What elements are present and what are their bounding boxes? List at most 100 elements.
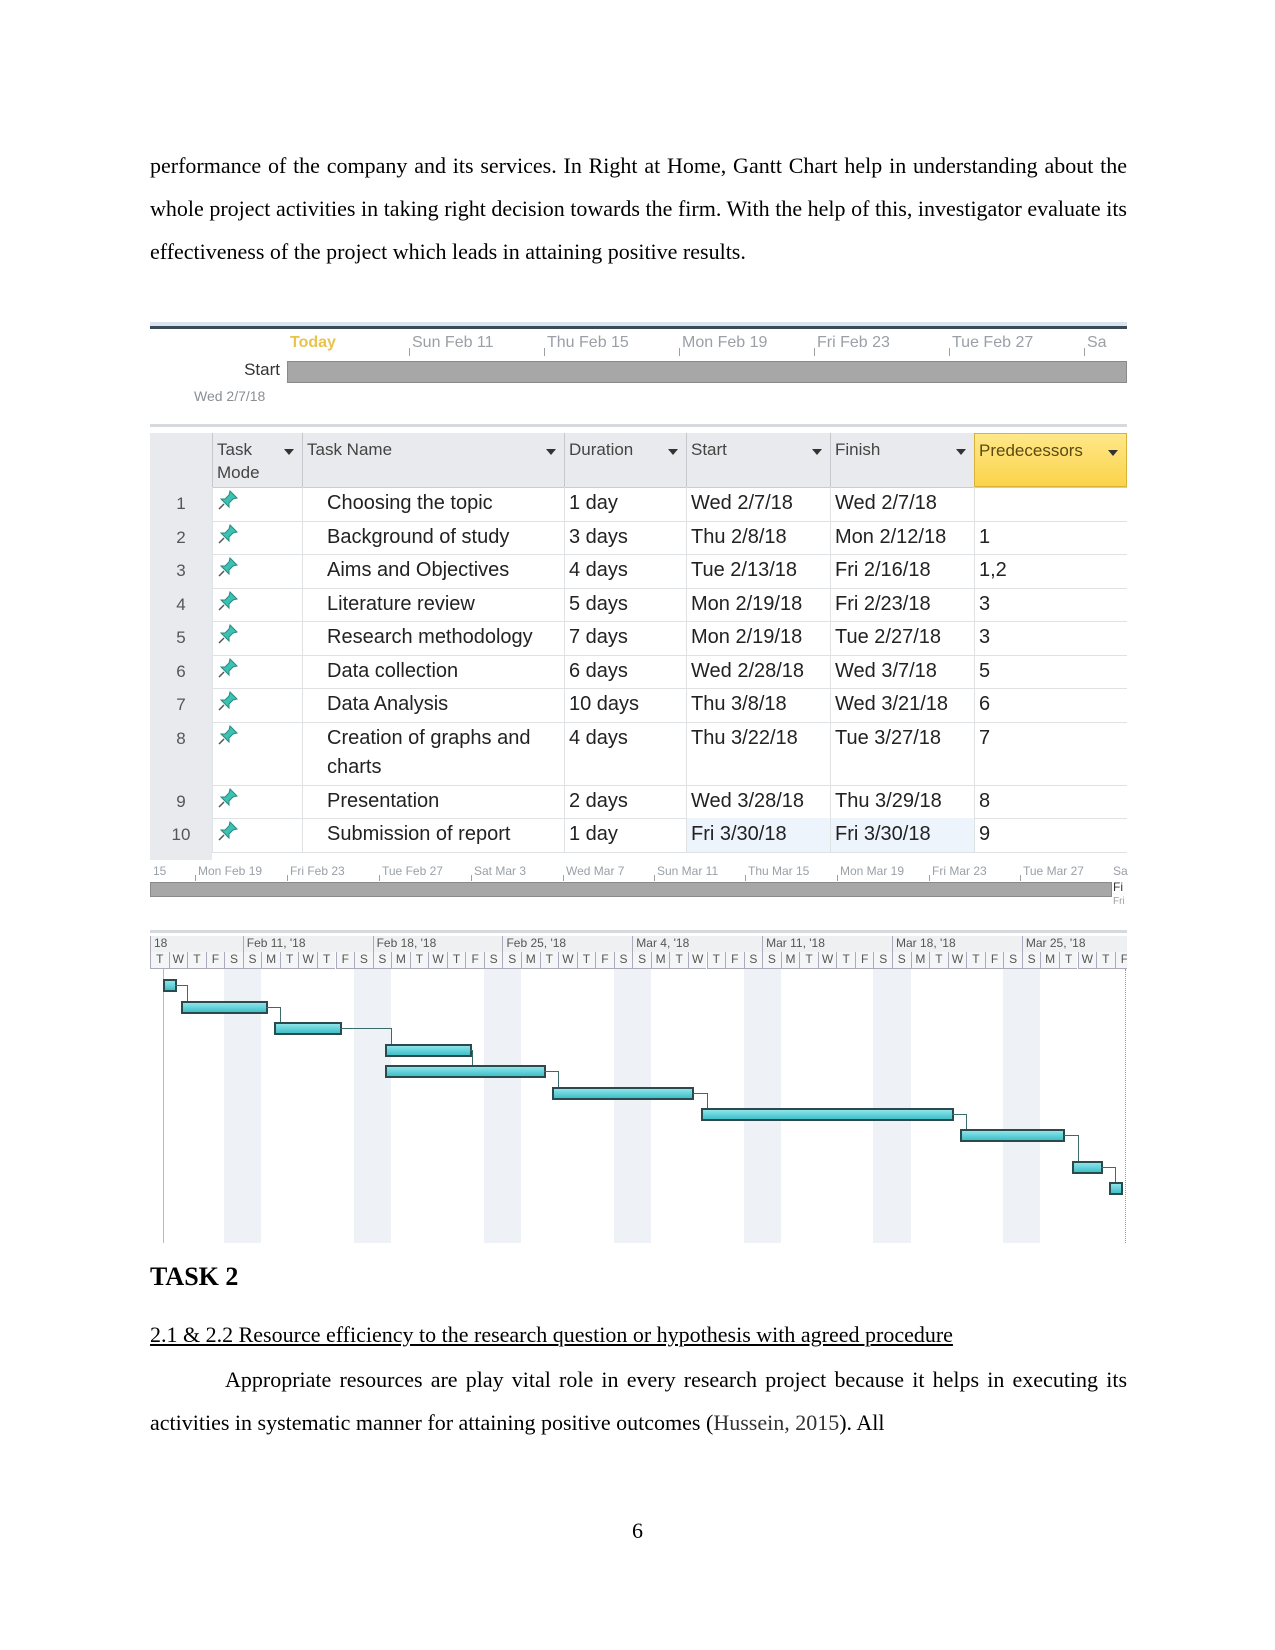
timeline-date-label: Sa bbox=[1113, 864, 1128, 878]
finish-cell[interactable]: Fri 2/16/18 bbox=[830, 554, 974, 588]
table-row[interactable]: 7 Data Analysis 10 days Thu 3/8/18 Wed 3/21/… bbox=[150, 688, 1127, 723]
table-row[interactable]: 1 Choosing the topic 1 day Wed 2/7/18 Wed 2/… bbox=[150, 487, 1127, 522]
table-row[interactable]: 2 Background of study 3 days Thu 2/8/18 Mon … bbox=[150, 520, 1127, 555]
weekend-shade bbox=[743, 969, 781, 1243]
task-name-cell[interactable]: Literature review bbox=[302, 587, 564, 621]
gantt-bar-task-7[interactable] bbox=[700, 1108, 955, 1121]
table-row[interactable]: 6 Data collection 6 days Wed 2/28/18 Wed 3/7… bbox=[150, 654, 1127, 689]
gantt-bar-task-2[interactable] bbox=[181, 1001, 268, 1014]
finish-cell[interactable]: Mon 2/12/18 bbox=[830, 520, 974, 554]
table-row[interactable]: 3 Aims and Objectives 4 days Tue 2/13/18 Fri… bbox=[150, 554, 1127, 589]
finish-cell[interactable]: Wed 2/7/18 bbox=[830, 487, 974, 521]
start-cell[interactable]: Mon 2/19/18 bbox=[686, 587, 830, 621]
task-name-cell[interactable]: Aims and Objectives bbox=[302, 554, 564, 588]
start-cell[interactable]: Tue 2/13/18 bbox=[686, 554, 830, 588]
gantt-day-label: S bbox=[743, 952, 763, 969]
table-row[interactable]: 8 Creation of graphs and charts 4 days Thu … bbox=[150, 721, 1127, 786]
predecessors-cell[interactable]: 3 bbox=[974, 621, 1127, 655]
duration-cell[interactable]: 10 days bbox=[564, 688, 686, 722]
start-cell[interactable]: Mon 2/19/18 bbox=[686, 621, 830, 655]
gantt-bar-task-5[interactable] bbox=[385, 1065, 547, 1078]
timeline-tick bbox=[544, 348, 545, 356]
gantt-bar-task-9[interactable] bbox=[1071, 1161, 1103, 1174]
dropdown-arrow-icon[interactable] bbox=[812, 449, 822, 455]
dropdown-arrow-icon[interactable] bbox=[284, 449, 294, 455]
finish-cell[interactable]: Wed 3/7/18 bbox=[830, 654, 974, 688]
predecessors-cell[interactable]: 6 bbox=[974, 688, 1127, 722]
predecessors-cell[interactable]: 9 bbox=[974, 818, 1127, 852]
timeline-date-label: Fri Feb 23 bbox=[817, 334, 890, 351]
predecessors-cell[interactable]: 7 bbox=[974, 721, 1127, 785]
gantt-bar-task-10[interactable] bbox=[1108, 1182, 1123, 1195]
task-name-cell[interactable]: Background of study bbox=[302, 520, 564, 554]
finish-cell[interactable]: Tue 2/27/18 bbox=[830, 621, 974, 655]
predecessors-cell[interactable]: 1 bbox=[974, 520, 1127, 554]
timeline-tick bbox=[814, 348, 815, 356]
dropdown-arrow-icon[interactable] bbox=[546, 449, 556, 455]
timeline-tick bbox=[837, 875, 838, 881]
gantt-day-label: T bbox=[966, 952, 985, 969]
start-cell[interactable]: Wed 2/28/18 bbox=[686, 654, 830, 688]
start-cell[interactable]: Thu 2/8/18 bbox=[686, 520, 830, 554]
duration-cell[interactable]: 1 day bbox=[564, 487, 686, 521]
duration-cell[interactable]: 1 day bbox=[564, 818, 686, 852]
predecessors-cell[interactable] bbox=[974, 487, 1127, 521]
weekend-shade bbox=[613, 969, 651, 1243]
dropdown-arrow-icon[interactable] bbox=[668, 449, 678, 455]
dependency-arrow bbox=[544, 1071, 560, 1088]
table-header: Task Mode Task Name Duration Start Finis… bbox=[150, 433, 1127, 488]
duration-cell[interactable]: 4 days bbox=[564, 554, 686, 588]
gantt-figure: Today Sun Feb 11 Thu Feb 15 Mon Feb 19 Fri … bbox=[150, 322, 1128, 1243]
col-finish[interactable]: Finish bbox=[830, 433, 974, 487]
gantt-bar-task-6[interactable] bbox=[552, 1087, 695, 1100]
task-name-cell[interactable]: Presentation bbox=[302, 784, 564, 818]
timeline-date-label: Thu Mar 15 bbox=[748, 864, 810, 878]
duration-cell[interactable]: 7 days bbox=[564, 621, 686, 655]
timeline-tick bbox=[1020, 875, 1021, 881]
finish-cell[interactable]: Fri 2/23/18 bbox=[830, 587, 974, 621]
col-start[interactable]: Start bbox=[686, 433, 830, 487]
weekend-shade bbox=[483, 969, 521, 1243]
predecessors-cell[interactable]: 5 bbox=[974, 654, 1127, 688]
duration-cell[interactable]: 6 days bbox=[564, 654, 686, 688]
duration-cell[interactable]: 3 days bbox=[564, 520, 686, 554]
start-cell[interactable]: Fri 3/30/18 bbox=[686, 818, 830, 852]
gantt-day-label: S bbox=[1003, 952, 1022, 969]
predecessors-cell[interactable]: 8 bbox=[974, 784, 1127, 818]
start-cell[interactable]: Thu 3/8/18 bbox=[686, 688, 830, 722]
col-task-name[interactable]: Task Name bbox=[302, 433, 564, 487]
start-cell[interactable]: Wed 2/7/18 bbox=[686, 487, 830, 521]
predecessors-cell[interactable]: 1,2 bbox=[974, 554, 1127, 588]
gantt-day-label: T bbox=[799, 952, 818, 969]
table-row[interactable]: 10 Submission of report 1 day Fri 3/30/18 Fr… bbox=[150, 818, 1127, 853]
duration-cell[interactable]: 5 days bbox=[564, 587, 686, 621]
gantt-bar-task-3[interactable] bbox=[273, 1022, 343, 1035]
task-name-cell[interactable]: Choosing the topic bbox=[302, 487, 564, 521]
table-row[interactable]: 5 Research methodology 7 days Mon 2/19/18 Tu… bbox=[150, 621, 1127, 656]
start-cell[interactable]: Thu 3/22/18 bbox=[686, 721, 830, 785]
finish-cell[interactable]: Wed 3/21/18 bbox=[830, 688, 974, 722]
duration-cell[interactable]: 2 days bbox=[564, 784, 686, 818]
col-task-mode[interactable]: Task Mode bbox=[212, 433, 302, 487]
task-name-cell[interactable]: Data Analysis bbox=[302, 688, 564, 722]
finish-cell[interactable]: Tue 3/27/18 bbox=[830, 721, 974, 785]
table-row[interactable]: 9 Presentation 2 days Wed 3/28/18 Thu 3/29/1… bbox=[150, 784, 1127, 819]
gantt-bar-task-8[interactable] bbox=[960, 1129, 1066, 1142]
table-row[interactable]: 4 Literature review 5 days Mon 2/19/18 Fri 2… bbox=[150, 587, 1127, 622]
gantt-day-label: S bbox=[613, 952, 633, 969]
gantt-week-label: Feb 25, '18 bbox=[502, 936, 633, 952]
task-name-cell[interactable]: Research methodology bbox=[302, 621, 564, 655]
start-cell[interactable]: Wed 3/28/18 bbox=[686, 784, 830, 818]
task-name-cell[interactable]: Creation of graphs and charts bbox=[302, 721, 564, 785]
task-name-cell[interactable]: Data collection bbox=[302, 654, 564, 688]
col-duration[interactable]: Duration bbox=[564, 433, 686, 487]
dropdown-arrow-icon[interactable] bbox=[956, 449, 966, 455]
predecessors-cell[interactable]: 3 bbox=[974, 587, 1127, 621]
finish-cell[interactable]: Thu 3/29/18 bbox=[830, 784, 974, 818]
col-predecessors[interactable]: Predecessors bbox=[974, 433, 1127, 487]
duration-cell[interactable]: 4 days bbox=[564, 721, 686, 785]
dropdown-arrow-icon[interactable] bbox=[1108, 450, 1118, 456]
gantt-bar-task-4[interactable] bbox=[385, 1044, 472, 1057]
finish-cell[interactable]: Fri 3/30/18 bbox=[830, 818, 974, 852]
task-name-cell[interactable]: Submission of report bbox=[302, 818, 564, 852]
